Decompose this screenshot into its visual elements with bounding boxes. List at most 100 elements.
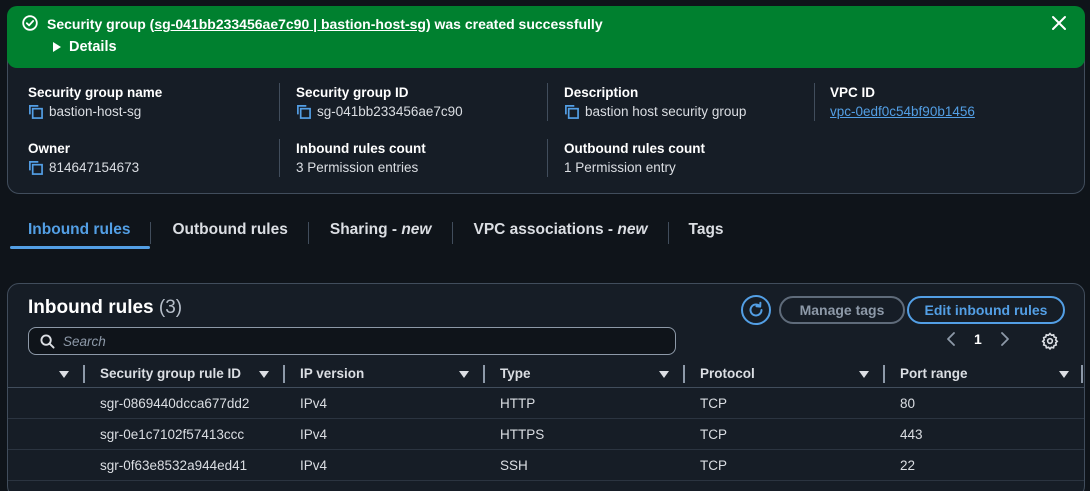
close-icon[interactable] (1051, 15, 1067, 31)
sort-caret-icon[interactable] (659, 371, 669, 378)
cell-type: SSH (500, 458, 528, 473)
description-value: bastion host security group (585, 104, 747, 119)
select-column-caret-icon[interactable] (59, 371, 69, 378)
tab-label: Outbound rules (172, 221, 288, 238)
sort-caret-icon[interactable] (459, 371, 469, 378)
vpc-id-label: VPC ID (830, 85, 876, 100)
tab-tags[interactable]: Tags (669, 215, 744, 249)
detail-owner: Owner 814647154673 (28, 141, 139, 175)
vpc-id-link[interactable]: vpc-0edf0c54bf90b1456 (830, 104, 975, 119)
detail-vpc-id: VPC ID vpc-0edf0c54bf90b1456 (830, 85, 975, 119)
tab-inbound-rules[interactable]: Inbound rules (10, 215, 151, 249)
column-resizer[interactable] (883, 365, 885, 383)
column-divider (547, 139, 548, 177)
column-header-port-range[interactable]: Port range (900, 366, 968, 381)
sort-caret-icon[interactable] (259, 371, 269, 378)
detail-sg-name: Security group name bastion-host-sg (28, 85, 162, 119)
cell-ip-version: IPv4 (300, 396, 328, 411)
table-row[interactable]: sgr-0f63e8532a944ed41 IPv4 SSH TCP 22 (8, 450, 1084, 481)
owner-label: Owner (28, 141, 71, 156)
column-resizer[interactable] (283, 365, 285, 383)
refresh-icon (749, 301, 763, 317)
table-row[interactable]: sgr-0869440dcca677dd2 IPv4 HTTP TCP 80 (8, 388, 1084, 419)
detail-inbound-count: Inbound rules count 3 Permission entries (296, 141, 426, 175)
tab-bar: Inbound rules Outbound rules Sharing - n… (10, 215, 744, 251)
cell-protocol: TCP (700, 396, 727, 411)
detail-sg-id: Security group ID sg-041bb233456ae7c90 (296, 85, 463, 119)
column-header-rule-id[interactable]: Security group rule ID (100, 366, 241, 381)
refresh-button[interactable] (741, 295, 771, 325)
inbound-rules-count: (3) (158, 297, 183, 318)
tab-label: Tags (688, 221, 724, 238)
outbound-count-label: Outbound rules count (564, 141, 705, 156)
cell-rule-id: sgr-0869440dcca677dd2 (100, 396, 250, 411)
cell-port-range: 80 (900, 396, 916, 411)
column-resizer[interactable] (483, 365, 485, 383)
cell-ip-version: IPv4 (300, 458, 328, 473)
column-resizer[interactable] (683, 365, 685, 383)
current-page-number[interactable]: 1 (974, 331, 982, 347)
cell-port-range: 443 (900, 427, 923, 442)
column-divider (814, 83, 815, 121)
column-divider (279, 83, 280, 121)
sg-id-value-row: sg-041bb233456ae7c90 (296, 104, 463, 119)
column-divider (547, 83, 548, 121)
column-header-ip-version[interactable]: IP version (300, 366, 364, 381)
tab-sharing[interactable]: Sharing - new (309, 215, 452, 249)
sg-id-label: Security group ID (296, 85, 409, 100)
tab-label: Inbound rules (28, 221, 131, 238)
cell-protocol: TCP (700, 427, 727, 442)
column-header-type[interactable]: Type (500, 366, 531, 381)
sort-caret-icon[interactable] (1059, 371, 1069, 378)
flash-details-label: Details (69, 39, 117, 55)
copy-icon[interactable] (564, 104, 579, 119)
check-circle-icon (22, 15, 38, 31)
copy-icon[interactable] (28, 104, 43, 119)
sg-name-label: Security group name (28, 85, 163, 100)
column-divider (279, 139, 280, 177)
table-header: Security group rule ID IP version Type P… (8, 360, 1084, 388)
tab-vpc-associations[interactable]: VPC associations - new (453, 215, 668, 249)
chevron-left-icon[interactable] (946, 332, 956, 346)
chevron-right-icon[interactable] (1000, 332, 1010, 346)
description-value-row: bastion host security group (564, 104, 746, 119)
cell-type: HTTP (500, 396, 536, 411)
description-label: Description (564, 85, 639, 100)
column-resizer[interactable] (1081, 365, 1083, 383)
flash-details-toggle[interactable]: Details (53, 39, 117, 55)
copy-icon[interactable] (28, 160, 43, 175)
tab-new-badge: new (401, 221, 432, 238)
sg-id-value: sg-041bb233456ae7c90 (317, 104, 463, 119)
outbound-count-value: 1 Permission entry (564, 160, 676, 175)
flash-message-link[interactable]: sg-041bb233456ae7c90 | bastion-host-sg (154, 16, 426, 32)
cell-ip-version: IPv4 (300, 427, 328, 442)
vpc-id-value-row: vpc-0edf0c54bf90b1456 (830, 104, 975, 119)
sort-caret-icon[interactable] (859, 371, 869, 378)
column-header-protocol[interactable]: Protocol (700, 366, 755, 381)
tab-new-badge: new (617, 221, 648, 238)
search-field[interactable] (28, 327, 676, 355)
gear-icon[interactable] (1041, 332, 1059, 350)
cell-type: HTTPS (500, 427, 545, 442)
column-resizer[interactable] (83, 365, 85, 383)
inbound-count-label: Inbound rules count (296, 141, 426, 156)
manage-tags-button[interactable]: Manage tags (779, 296, 905, 324)
flash-message: Security group (sg-041bb233456ae7c90 | b… (47, 16, 603, 32)
owner-value-row: 814647154673 (28, 160, 139, 175)
flash-message-prefix: Security group ( (47, 16, 155, 32)
tab-label: VPC associations - (473, 221, 618, 238)
detail-outbound-count: Outbound rules count 1 Permission entry (564, 141, 705, 175)
tab-label: Sharing - (329, 221, 402, 238)
edit-inbound-rules-button[interactable]: Edit inbound rules (907, 296, 1065, 324)
success-flash-banner: Security group (sg-041bb233456ae7c90 | b… (7, 6, 1085, 68)
cell-rule-id: sgr-0f63e8532a944ed41 (100, 458, 248, 473)
inbound-rules-table: Security group rule ID IP version Type P… (8, 360, 1084, 481)
tab-outbound-rules[interactable]: Outbound rules (151, 215, 307, 249)
cell-rule-id: sgr-0e1c7102f57413ccc (100, 427, 245, 442)
search-input[interactable] (63, 333, 643, 349)
table-row[interactable]: sgr-0e1c7102f57413ccc IPv4 HTTPS TCP 443 (8, 419, 1084, 450)
caret-right-icon (53, 42, 61, 52)
search-icon (40, 333, 55, 349)
sg-name-value-row: bastion-host-sg (28, 104, 162, 119)
copy-icon[interactable] (296, 104, 311, 119)
